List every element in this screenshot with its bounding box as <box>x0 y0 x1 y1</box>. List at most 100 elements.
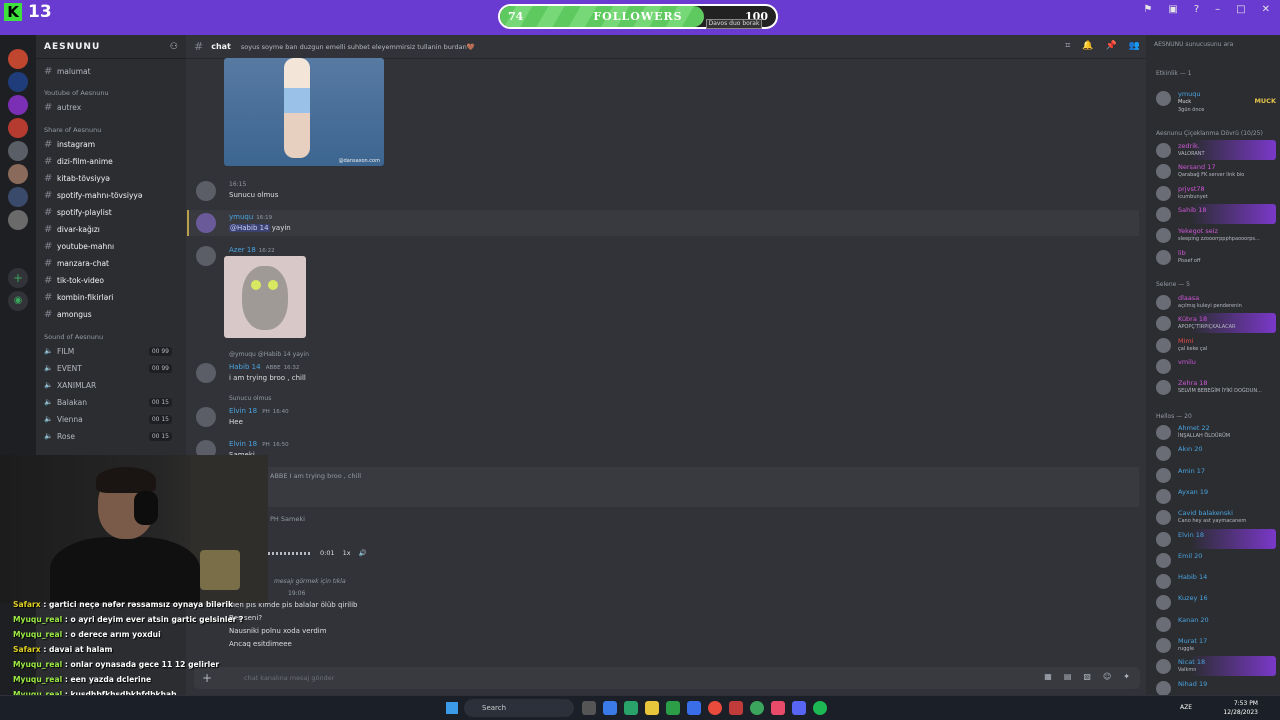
sidebar-channel[interactable]: # spotify-playlist <box>44 204 112 220</box>
category-youtube[interactable]: Youtube of Aesnunu <box>44 89 109 97</box>
member-row[interactable]: Mimi çal keke çal <box>1154 335 1276 355</box>
member-row[interactable]: Habib 14 <box>1154 571 1276 591</box>
folder-icon[interactable] <box>645 701 659 715</box>
sidebar-channel[interactable]: # kitab-tövsiyyə <box>44 170 110 186</box>
member-row[interactable]: Elvin 18 <box>1154 528 1276 549</box>
member-row[interactable]: dlaasa açılmış kuleyi penderenin <box>1154 292 1276 312</box>
minimize-icon[interactable]: – <box>1215 4 1220 15</box>
sidebar-channel[interactable]: # divar-kağızı <box>44 221 100 237</box>
avatar[interactable] <box>196 407 216 427</box>
member-row[interactable]: Nihad 19 <box>1154 678 1276 695</box>
help-icon[interactable]: ? <box>1194 4 1199 15</box>
explore-icon[interactable]: ◉ <box>8 291 28 311</box>
author-name[interactable]: ymuqu 16:19 <box>229 213 272 221</box>
chrome-icon[interactable] <box>708 701 722 715</box>
maximize-icon[interactable]: □ <box>1236 4 1245 15</box>
member-row[interactable]: Akın 20 <box>1154 443 1276 463</box>
app-icon[interactable] <box>729 701 743 715</box>
gif-icon[interactable]: ▤ <box>1064 672 1072 681</box>
task-view-icon[interactable] <box>582 701 596 715</box>
sidebar-channel[interactable]: # amongus <box>44 306 92 322</box>
voice-channel[interactable]: 🔈 FILM 00 99 <box>44 343 180 359</box>
server-icon[interactable] <box>8 72 28 92</box>
windows-start-icon[interactable] <box>446 702 458 714</box>
language-indicator[interactable]: AZE <box>1180 704 1192 711</box>
member-row[interactable]: zedrik. VALORANT <box>1154 140 1276 160</box>
monitor-icon[interactable]: ▣ <box>1168 4 1177 15</box>
voice-channel[interactable]: 🔈 EVENT 00 99 <box>44 360 180 376</box>
playback-speed[interactable]: 1x <box>343 549 351 557</box>
server-icon[interactable] <box>8 164 28 184</box>
volume-icon[interactable]: 🔊 <box>359 549 367 557</box>
avatar[interactable] <box>196 213 216 233</box>
member-activity[interactable]: ymuqu Muck 3gün önce MUCK <box>1154 88 1276 116</box>
sidebar-channel[interactable]: # dizi-film-anime <box>44 153 113 169</box>
sidebar-channel[interactable]: # instagram <box>44 136 95 152</box>
app-icon[interactable] <box>666 701 680 715</box>
author-name[interactable]: Azer 18 16:22 <box>229 246 275 254</box>
member-row[interactable]: Amin 17 <box>1154 465 1276 485</box>
view-message-hint[interactable]: mesajı görmek için tıkla <box>274 578 346 585</box>
reply-preview[interactable]: PH Sameki <box>270 515 305 523</box>
mute-icon[interactable]: 🔔 <box>1082 41 1093 51</box>
avatar[interactable] <box>196 363 216 383</box>
channel-malumat[interactable]: # malumat <box>44 63 91 79</box>
app-icon[interactable] <box>750 701 764 715</box>
member-row[interactable]: Zehra 18 SELVİM BEBEĞİM İYİKİ DOĞDUN... <box>1154 377 1276 397</box>
member-search[interactable]: AESNUNU sunucusunu ara <box>1154 41 1272 53</box>
voice-channel[interactable]: 🔈 Vienna 00 15 <box>44 411 180 427</box>
voice-channel[interactable]: 🔈 XANIMLAR <box>44 377 180 393</box>
sidebar-channel[interactable]: # manzara-chat <box>44 255 109 271</box>
server-icon[interactable] <box>8 210 28 230</box>
channel-autrex[interactable]: # autrex <box>44 99 81 115</box>
message-input[interactable] <box>244 674 1140 682</box>
inbox-icon[interactable]: ⚑ <box>1143 4 1152 15</box>
author-name[interactable]: Elvin 18 PH 16:50 <box>229 440 289 448</box>
threads-icon[interactable]: ⌗ <box>1065 41 1070 51</box>
dance-image[interactable]: @dansaxon.com <box>224 58 384 166</box>
reply-preview[interactable]: Sunucu olmus <box>229 395 271 402</box>
close-icon[interactable]: ✕ <box>1262 4 1270 15</box>
author-name[interactable]: Habib 14 ABBE 16:32 <box>229 363 299 371</box>
member-row[interactable]: Yekegot seiz sleeping zzooorrppphpaooorps… <box>1154 225 1276 245</box>
avatar[interactable] <box>196 246 216 266</box>
server-icon[interactable] <box>8 118 28 138</box>
add-member-icon[interactable]: ⚇ <box>170 42 178 52</box>
sidebar-channel[interactable]: # youtube-mahnı <box>44 238 114 254</box>
emoji-icon[interactable]: ☺ <box>1103 672 1111 681</box>
discord-icon[interactable] <box>792 701 806 715</box>
sticker-icon[interactable]: ▧ <box>1083 672 1091 681</box>
category-share[interactable]: Share of Aesnunu <box>44 126 101 134</box>
member-row[interactable]: prjvst78 icumbunyet <box>1154 183 1276 203</box>
taskbar-search[interactable]: Search <box>464 699 574 717</box>
member-row[interactable]: Kübra 18 APOPÇ'TIRPIÇKALACAR <box>1154 313 1276 334</box>
member-row[interactable]: Nersand 17 Qarabağ FK server link bio <box>1154 161 1276 181</box>
talking-tom-image[interactable] <box>224 256 306 338</box>
sidebar-channel[interactable]: # spotify-mahnı-tövsiyyə <box>44 187 142 203</box>
voice-channel[interactable]: 🔈 Rose 00 15 <box>44 428 180 444</box>
member-row[interactable]: Nicat 18 Valkmn <box>1154 656 1276 677</box>
gift-icon[interactable]: ▦ <box>1044 672 1052 681</box>
server-icon[interactable] <box>8 95 28 115</box>
pin-icon[interactable]: 📌 <box>1106 41 1117 51</box>
app-icon[interactable] <box>603 701 617 715</box>
reply-preview[interactable]: @ymuqu @Habib 14 yayin <box>229 351 309 358</box>
add-server-icon[interactable]: + <box>8 268 28 288</box>
member-row[interactable]: Ayxan 19 <box>1154 486 1276 506</box>
member-row[interactable]: Kuzey 16 <box>1154 592 1276 612</box>
browser-icon[interactable] <box>624 701 638 715</box>
member-row[interactable]: Sahib 18 <box>1154 203 1276 224</box>
member-row[interactable]: lib Pissef off <box>1154 247 1276 267</box>
member-row[interactable]: Murat 17 ruggle <box>1154 635 1276 655</box>
server-icon[interactable] <box>8 141 28 161</box>
reply-preview[interactable]: ABBE I am trying broo , chill <box>270 472 361 480</box>
member-row[interactable]: Emil 20 <box>1154 550 1276 570</box>
member-row[interactable]: Ahmet 22 İNŞALLAH ÖLDÜRÜM <box>1154 422 1276 442</box>
server-icon[interactable] <box>8 49 28 69</box>
author-name[interactable]: Elvin 18 PH 16:40 <box>229 407 289 415</box>
voice-message-player[interactable]: 0:01 1x 🔊 <box>268 545 378 561</box>
taskbar-clock[interactable]: 7:53 PM 12/28/2023 <box>1223 699 1258 717</box>
server-header[interactable]: AESNUNU ⚇ <box>36 35 186 59</box>
member-row[interactable]: Kanan 20 <box>1154 614 1276 634</box>
app-icon[interactable] <box>771 701 785 715</box>
